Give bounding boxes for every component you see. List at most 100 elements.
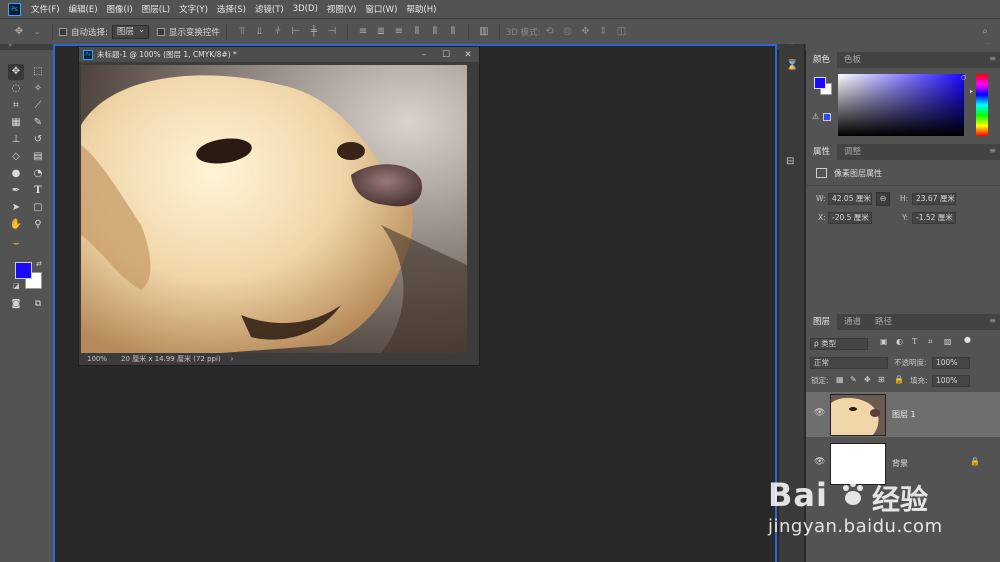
layer-name[interactable]: 图层 1 — [892, 409, 916, 420]
lock-transparent-icon[interactable]: ▦ — [836, 375, 844, 384]
filter-shape-icon[interactable]: ⌗ — [928, 337, 933, 347]
swap-colors-icon[interactable]: ⇄ — [36, 260, 42, 268]
gamut-color-chip[interactable] — [823, 113, 831, 121]
align-bottom-icon[interactable]: ⫩ — [273, 26, 283, 37]
clone-stamp-tool-icon[interactable]: ⊥ — [8, 132, 24, 148]
menu-layer[interactable]: 图层(L) — [142, 3, 170, 15]
blur-tool-icon[interactable]: ● — [8, 166, 24, 182]
panel-menu-icon[interactable]: ≡ — [989, 54, 996, 63]
history-panel-icon[interactable]: ⌛ — [786, 60, 798, 71]
menu-edit[interactable]: 编辑(E) — [69, 3, 98, 15]
hue-slider-handle[interactable]: ▸ — [970, 88, 973, 95]
distribute-vcenter-icon[interactable]: ≣ — [376, 26, 386, 37]
align-vcenter-icon[interactable]: ⫫ — [255, 26, 265, 37]
height-field[interactable]: 23.67 厘米 — [912, 193, 956, 205]
distribute-left-icon[interactable]: ⦀ — [412, 26, 422, 37]
tab-paths[interactable]: 路径 — [868, 314, 899, 330]
blend-mode-select[interactable]: 正常 — [810, 357, 888, 369]
collapse-toolbar-icon[interactable]: » — [8, 41, 12, 49]
close-icon[interactable]: ✕ — [457, 50, 479, 60]
visibility-eye-icon[interactable]: 👁 — [814, 408, 825, 418]
path-selection-tool-icon[interactable]: ➤ — [8, 200, 24, 216]
3d-drag-icon[interactable]: ✥ — [580, 26, 590, 37]
layer-name[interactable]: 背景 — [892, 458, 908, 469]
menu-window[interactable]: 窗口(W) — [365, 3, 397, 15]
tab-adjustments[interactable]: 调整 — [837, 144, 868, 160]
lock-position-icon[interactable]: ✥ — [864, 375, 871, 384]
fill-field[interactable]: 100% — [932, 375, 970, 387]
document-window[interactable]: Ps 未标题-1 @ 100% (图层 1, CMYK/8#) * – ☐ ✕ — [78, 46, 480, 366]
menu-image[interactable]: 图像(I) — [107, 3, 133, 15]
menu-file[interactable]: 文件(F) — [31, 3, 60, 15]
default-colors-icon[interactable]: ◪ — [13, 282, 20, 290]
zoom-tool-icon[interactable]: ⚲ — [30, 217, 46, 233]
hand-tool-icon[interactable]: ✋ — [8, 217, 24, 233]
tab-channels[interactable]: 通道 — [837, 314, 868, 330]
layer-filter-kind[interactable]: ρ 类型 — [810, 338, 868, 350]
color-foreground-chip[interactable] — [814, 77, 826, 89]
align-left-icon[interactable]: ⊢ — [291, 26, 301, 37]
brush-tool-icon[interactable]: ✎ — [30, 115, 46, 131]
properties-panel-icon[interactable]: ⊟ — [786, 156, 794, 167]
align-right-icon[interactable]: ⊣ — [327, 26, 337, 37]
maximize-icon[interactable]: ☐ — [435, 50, 457, 60]
document-titlebar[interactable]: Ps 未标题-1 @ 100% (图层 1, CMYK/8#) * – ☐ ✕ — [79, 47, 479, 62]
panel-menu-icon[interactable]: ≡ — [989, 146, 996, 155]
eyedropper-tool-icon[interactable]: ⟋ — [30, 98, 46, 114]
filter-adjustment-icon[interactable]: ◐ — [896, 337, 903, 346]
pen-tool-icon[interactable]: ✒ — [8, 183, 24, 199]
distribute-right-icon[interactable]: ⦀ — [448, 26, 458, 37]
lock-artboard-icon[interactable]: ⊞ — [878, 375, 885, 384]
color-field[interactable] — [838, 74, 964, 136]
3d-slide-icon[interactable]: ⇕ — [598, 26, 608, 37]
gradient-tool-icon[interactable]: ▤ — [30, 149, 46, 165]
filter-smart-object-icon[interactable]: ▨ — [944, 337, 952, 346]
menu-view[interactable]: 视图(V) — [327, 3, 356, 15]
eraser-tool-icon[interactable]: ◇ — [8, 149, 24, 165]
filter-pixel-icon[interactable]: ▣ — [880, 337, 888, 346]
3d-camera-icon[interactable]: ◫ — [616, 26, 626, 37]
distribute-top-icon[interactable]: ≡ — [358, 26, 368, 37]
zoom-level[interactable]: 100% — [87, 355, 121, 363]
tab-color[interactable]: 颜色 — [806, 52, 838, 68]
status-menu-arrow-icon[interactable]: › — [231, 355, 234, 363]
layer-row[interactable]: 👁 图层 1 — [806, 392, 1000, 437]
healing-brush-tool-icon[interactable]: ▦ — [8, 115, 24, 131]
link-dimensions-icon[interactable]: ⊖ — [876, 192, 890, 206]
move-tool-icon[interactable]: ✥ — [14, 26, 24, 37]
auto-select-checkbox[interactable] — [59, 27, 67, 36]
lock-image-icon[interactable]: ✎ — [850, 375, 857, 384]
panel-menu-icon[interactable]: ≡ — [989, 316, 996, 325]
crop-tool-icon[interactable]: ⌗ — [8, 98, 24, 114]
align-top-icon[interactable]: ⫪ — [237, 26, 247, 37]
tool-preset-chevron-icon[interactable]: ⌄ — [32, 28, 42, 36]
banana-easter-egg-icon[interactable]: ⌣ — [8, 236, 24, 252]
opacity-field[interactable]: 100% — [932, 357, 970, 369]
x-field[interactable]: -20.5 厘米 — [828, 212, 872, 224]
minimize-icon[interactable]: – — [413, 50, 435, 60]
dodge-tool-icon[interactable]: ◔ — [30, 166, 46, 182]
out-of-gamut-warning-icon[interactable]: ⚠ — [812, 112, 819, 121]
align-hcenter-icon[interactable]: ╪ — [309, 26, 319, 37]
filter-type-icon[interactable]: T — [912, 337, 917, 346]
layer-lock-icon[interactable]: 🔒 — [970, 457, 980, 466]
foreground-color-swatch[interactable] — [15, 262, 32, 279]
auto-select-dropdown[interactable]: 图层 — [111, 24, 149, 39]
show-transform-checkbox[interactable] — [156, 27, 165, 36]
tab-layers[interactable]: 图层 — [806, 314, 838, 330]
distribute-hcenter-icon[interactable]: ⦀ — [430, 26, 440, 37]
color-picker-marker[interactable]: ○ — [961, 74, 966, 81]
width-field[interactable]: 42.05 厘米 — [828, 193, 872, 205]
lasso-tool-icon[interactable]: ◌ — [8, 81, 24, 97]
distribute-bottom-icon[interactable]: ≡ — [394, 26, 404, 37]
3d-orbit-icon[interactable]: ⟲ — [544, 26, 554, 37]
menu-select[interactable]: 选择(S) — [217, 3, 246, 15]
menu-type[interactable]: 文字(Y) — [179, 3, 208, 15]
document-canvas-image[interactable] — [81, 65, 467, 353]
visibility-eye-icon[interactable]: 👁 — [814, 457, 825, 467]
search-icon[interactable]: ⌕ — [980, 26, 990, 37]
quick-mask-icon[interactable]: ◙ — [8, 296, 24, 312]
menu-3d[interactable]: 3D(D) — [293, 4, 318, 14]
y-field[interactable]: -1.52 厘米 — [912, 212, 956, 224]
menu-filter[interactable]: 滤镜(T) — [255, 3, 284, 15]
